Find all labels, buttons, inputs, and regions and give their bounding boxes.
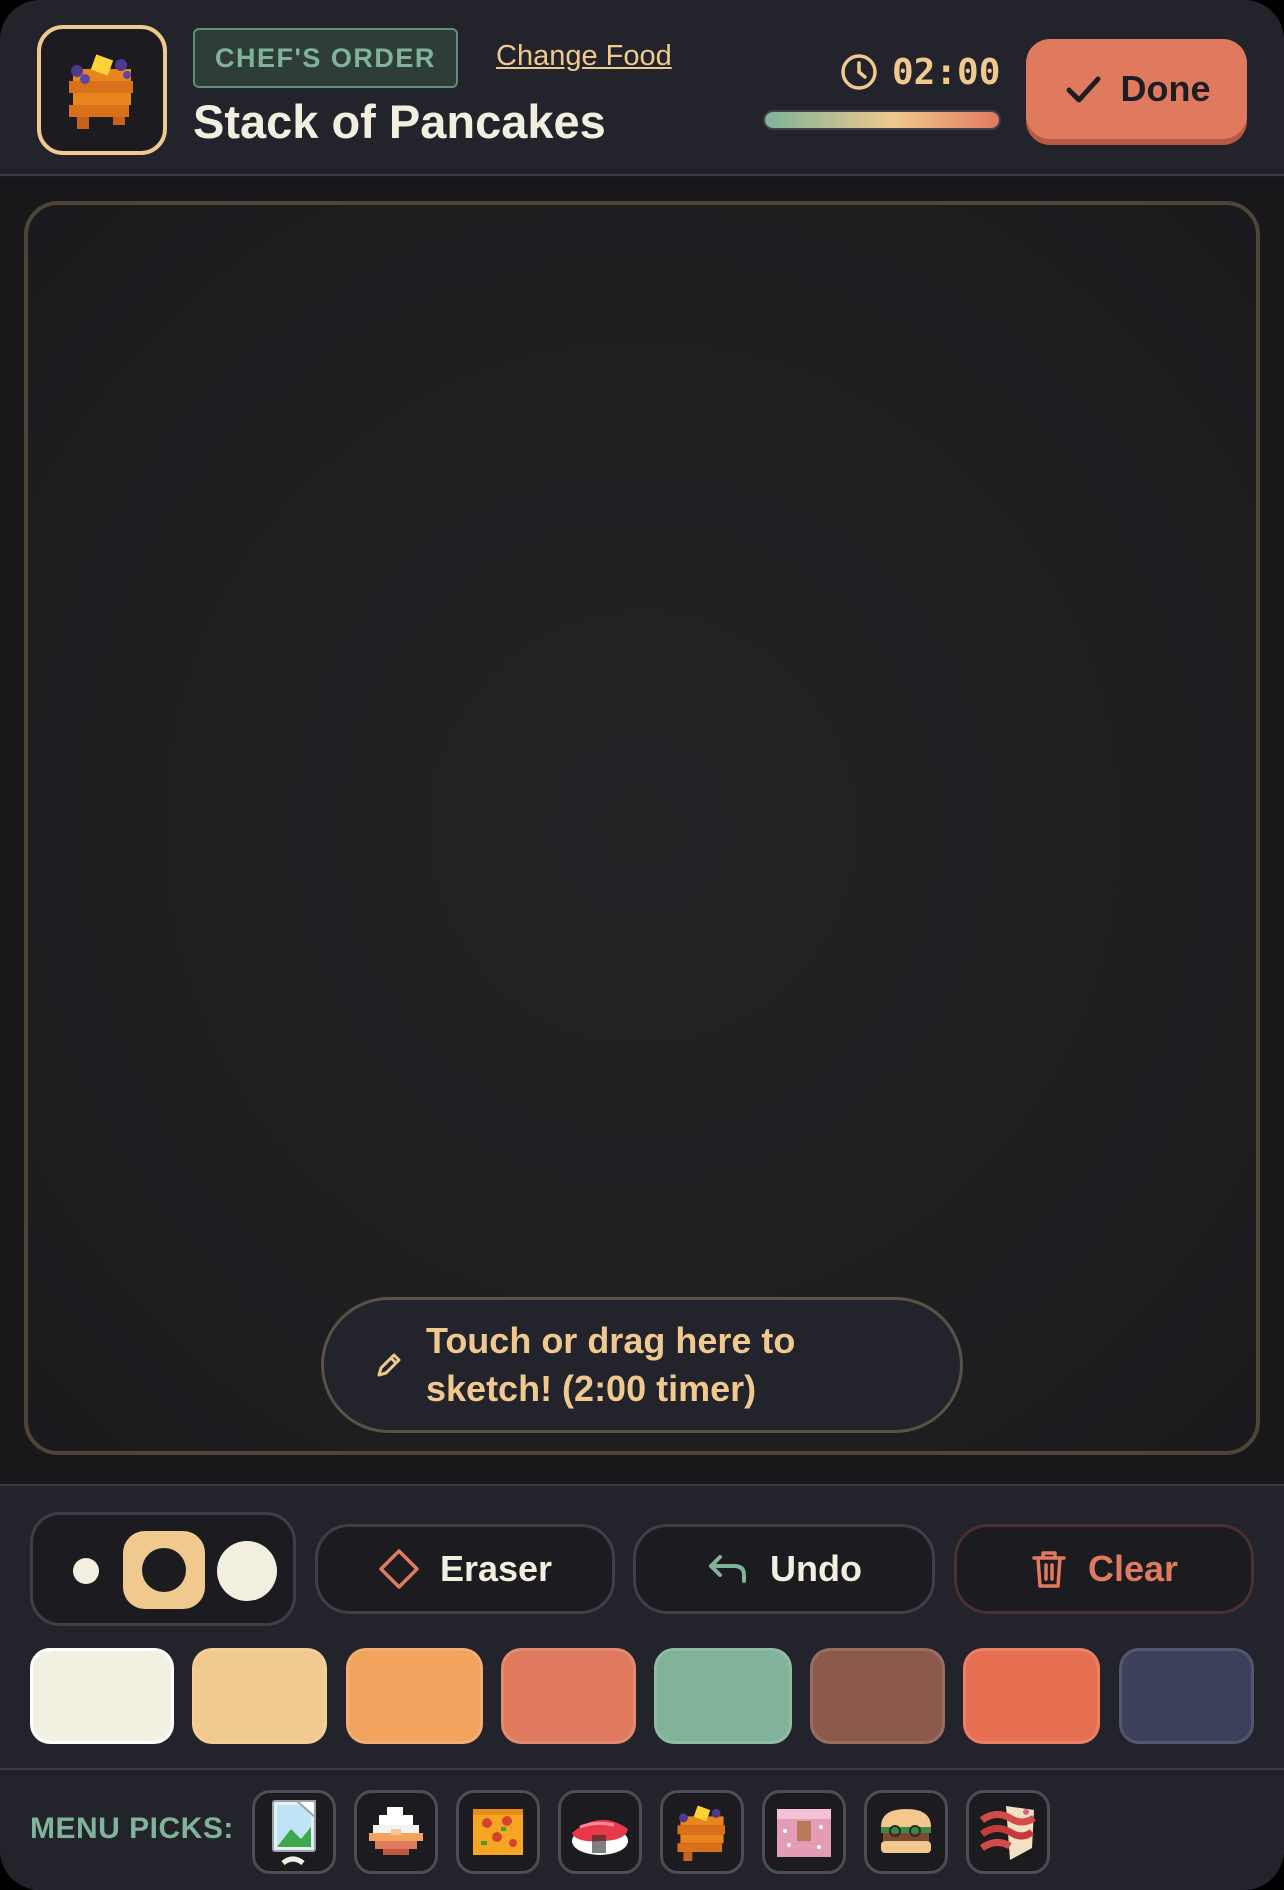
eraser-button[interactable]: Eraser (315, 1524, 615, 1614)
pencil-icon (377, 1353, 401, 1377)
menu-item-1[interactable] (252, 1790, 336, 1874)
checkmark-icon (1066, 76, 1100, 103)
undo-icon (709, 1555, 747, 1583)
brush-size-medium[interactable] (123, 1531, 205, 1609)
header: CHEF'S ORDER Change Food Stack of Pancak… (0, 0, 1284, 176)
color-swatch[interactable] (1119, 1648, 1254, 1744)
brush-size-selector (30, 1512, 296, 1626)
cake-icon (777, 1809, 831, 1857)
pizza-icon (473, 1809, 523, 1855)
color-swatch[interactable] (963, 1648, 1100, 1744)
timer-value: 02:00 (892, 51, 1001, 93)
food-title: Stack of Pancakes (193, 95, 606, 148)
color-swatch[interactable] (654, 1648, 792, 1744)
eraser-icon (379, 1549, 419, 1589)
pancakes-icon (69, 54, 133, 129)
menu-item-3[interactable] (456, 1790, 540, 1874)
undo-label: Undo (770, 1548, 862, 1589)
brush-size-small[interactable] (73, 1558, 99, 1584)
sushi-icon (572, 1819, 628, 1855)
canvas-area (0, 178, 1284, 1484)
broken-image-icon (272, 1800, 316, 1866)
color-swatch[interactable] (346, 1648, 483, 1744)
selected-food-thumbnail[interactable] (37, 25, 167, 155)
menu-item-5[interactable] (660, 1790, 744, 1874)
color-swatch[interactable] (192, 1648, 327, 1744)
timer-progress-fill (765, 112, 999, 128)
done-button[interactable]: Done (1026, 39, 1247, 139)
menu-item-7[interactable] (864, 1790, 948, 1874)
timer: 02:00 (840, 50, 1000, 94)
done-label: Done (1120, 68, 1211, 109)
menu-picks-label: MENU PICKS: (30, 1812, 234, 1845)
trash-icon (1032, 1551, 1066, 1588)
menu-item-6[interactable] (762, 1790, 846, 1874)
toolbar: Eraser Undo Clear (0, 1484, 1284, 1768)
bacon-icon (979, 1806, 1036, 1860)
menu-item-8[interactable] (966, 1790, 1050, 1874)
menu-item-4[interactable] (558, 1790, 642, 1874)
color-swatch[interactable] (501, 1648, 636, 1744)
clear-label: Clear (1087, 1548, 1179, 1589)
clear-button[interactable]: Clear (954, 1524, 1254, 1614)
undo-button[interactable]: Undo (633, 1524, 935, 1614)
pancakes-icon (677, 1805, 726, 1862)
color-swatch[interactable] (810, 1648, 945, 1744)
chefs-order-badge: CHEF'S ORDER (193, 28, 458, 88)
app-window: CHEF'S ORDER Change Food Stack of Pancak… (0, 0, 1284, 1890)
eraser-label: Eraser (439, 1548, 553, 1589)
timer-progress-bar (763, 110, 1001, 130)
change-food-link[interactable]: Change Food (496, 38, 672, 74)
sketch-hint: Touch or drag here to sketch! (2:00 time… (321, 1297, 963, 1433)
menu-item-2[interactable] (354, 1790, 438, 1874)
clock-icon (841, 54, 877, 90)
brush-size-large[interactable] (217, 1541, 277, 1601)
rice-bowl-icon (369, 1807, 423, 1855)
color-swatch[interactable] (30, 1648, 174, 1744)
sketch-hint-text: Touch or drag here to sketch! (2:00 time… (426, 1320, 796, 1409)
menu-picks-bar: MENU PICKS: (0, 1768, 1284, 1890)
brush-size-medium-dot (142, 1548, 186, 1592)
burger-icon (881, 1809, 931, 1853)
drawing-canvas[interactable] (24, 201, 1260, 1455)
